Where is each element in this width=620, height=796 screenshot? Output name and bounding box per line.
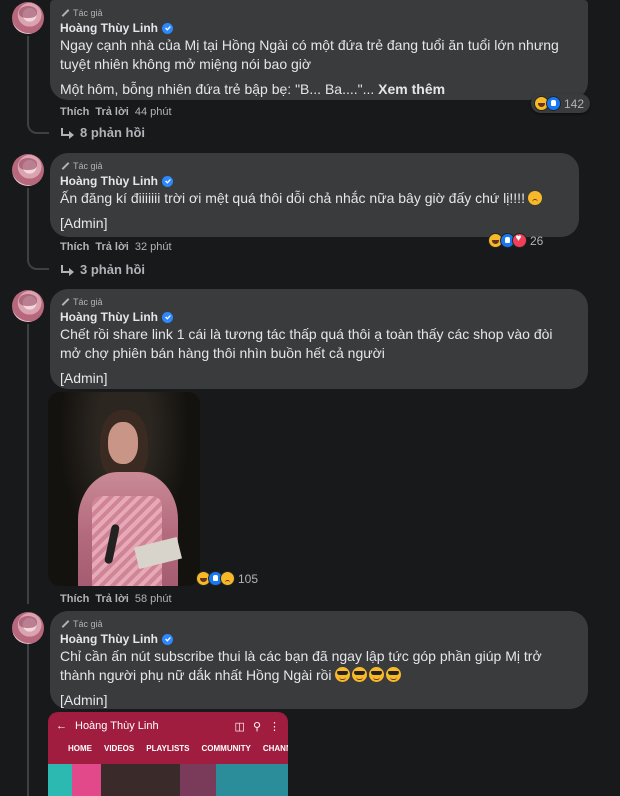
comment-bubble: Tác giả Hoàng Thùy Linh Ngay cạnh nhà củ… bbox=[50, 0, 588, 100]
like-button[interactable]: Thích bbox=[60, 106, 89, 118]
cast-icon[interactable]: ◫ bbox=[235, 720, 245, 733]
like-button[interactable]: Thích bbox=[60, 593, 89, 605]
avatar[interactable] bbox=[12, 154, 44, 186]
comment-bubble: Tác giả Hoàng Thùy Linh Chết rồi share l… bbox=[50, 289, 588, 389]
tab-community[interactable]: COMMUNITY bbox=[202, 744, 251, 753]
comment-bubble: Tác giả Hoàng Thùy Linh Ấn đăng kí điiii… bbox=[50, 153, 579, 237]
verified-icon bbox=[162, 633, 173, 645]
photo-face bbox=[108, 422, 138, 464]
author-name-row: Hoàng Thùy Linh bbox=[60, 632, 576, 646]
author-badge-label: Tác giả bbox=[73, 618, 103, 629]
author-badge-label: Tác giả bbox=[73, 296, 103, 307]
thread-line bbox=[27, 644, 29, 796]
reaction-count: 142 bbox=[564, 96, 585, 111]
admin-signature: [Admin] bbox=[60, 215, 108, 231]
comment-actions: Thích Trả lời 32 phút bbox=[60, 241, 172, 253]
reaction-summary[interactable]: 26 bbox=[488, 231, 549, 250]
author-badge: Tác giả bbox=[60, 159, 567, 172]
back-arrow-icon[interactable]: ← bbox=[56, 720, 67, 732]
verified-icon bbox=[162, 22, 173, 34]
avatar[interactable] bbox=[12, 290, 44, 322]
author-badge-label: Tác giả bbox=[73, 160, 103, 171]
timestamp[interactable]: 32 phút bbox=[135, 241, 172, 253]
like-button[interactable]: Thích bbox=[60, 241, 89, 253]
comment-text: Chỉ cần ấn nút subscribe thui là các bạn… bbox=[60, 647, 576, 685]
replies-count: 3 phản hồi bbox=[80, 262, 145, 277]
reply-button[interactable]: Trả lời bbox=[95, 106, 129, 118]
thread-line bbox=[27, 122, 49, 134]
pencil-icon bbox=[60, 619, 70, 629]
comment-bubble: Tác giả Hoàng Thùy Linh Chỉ cần ấn nút s… bbox=[50, 611, 588, 709]
reply-button[interactable]: Trả lời bbox=[95, 241, 129, 253]
comment-text-line: Chỉ cần ấn nút subscribe thui là các bạn… bbox=[60, 648, 542, 683]
tab-home[interactable]: HOME bbox=[68, 744, 92, 753]
avatar[interactable] bbox=[12, 2, 44, 34]
tab-playlists[interactable]: PLAYLISTS bbox=[146, 744, 189, 753]
youtube-channel-name: Hoàng Thùy Linh bbox=[75, 720, 159, 732]
comment-text: Một hôm, bỗng nhiên đứa trẻ bập bẹ: "B..… bbox=[60, 80, 576, 99]
author-name[interactable]: Hoàng Thùy Linh bbox=[60, 310, 158, 324]
author-name-row: Hoàng Thùy Linh bbox=[60, 310, 576, 324]
comment-text: Ấn đăng kí điiiiiii trời ơi mệt quá thôi… bbox=[60, 189, 567, 208]
comment-text: Ngay cạnh nhà của Mị tại Hồng Ngài có mộ… bbox=[60, 37, 559, 72]
see-more-link[interactable]: Xem thêm bbox=[378, 81, 445, 97]
author-badge: Tác giả bbox=[60, 6, 576, 19]
comment-actions: Thích Trả lời 58 phút bbox=[60, 593, 172, 605]
sunglasses-emoji-icon bbox=[335, 667, 351, 682]
timestamp[interactable]: 58 phút bbox=[135, 593, 172, 605]
comment-text: Chết rồi share link 1 cái là tương tác t… bbox=[60, 326, 553, 361]
tab-videos[interactable]: VIDEOS bbox=[104, 744, 134, 753]
pencil-icon bbox=[60, 161, 70, 171]
search-icon[interactable]: ⚲ bbox=[253, 720, 261, 733]
author-name-row: Hoàng Thùy Linh bbox=[60, 174, 567, 188]
author-name[interactable]: Hoàng Thùy Linh bbox=[60, 174, 158, 188]
more-icon[interactable]: ⋮ bbox=[269, 720, 280, 733]
reaction-count: 105 bbox=[238, 571, 259, 586]
reaction-summary[interactable]: 105 bbox=[196, 569, 264, 588]
reaction-count: 26 bbox=[530, 233, 544, 248]
reply-arrow-icon bbox=[60, 264, 74, 276]
thread-line bbox=[27, 258, 49, 270]
thread-line bbox=[27, 188, 29, 260]
sad-emoji-icon bbox=[527, 191, 542, 205]
sunglasses-emoji-icon bbox=[352, 667, 368, 682]
love-icon bbox=[512, 233, 527, 248]
youtube-tabs: HOME VIDEOS PLAYLISTS COMMUNITY CHANN bbox=[48, 740, 288, 757]
youtube-header: ← Hoàng Thùy Linh ◫ ⚲ ⋮ bbox=[48, 712, 288, 740]
sad-icon bbox=[220, 571, 235, 586]
replies-count: 8 phản hồi bbox=[80, 125, 145, 140]
reaction-summary[interactable]: 142 bbox=[531, 94, 591, 113]
verified-icon bbox=[162, 175, 173, 187]
admin-signature: [Admin] bbox=[60, 370, 108, 386]
pencil-icon bbox=[60, 297, 70, 307]
sunglasses-emoji-icon bbox=[369, 667, 385, 682]
youtube-channel-preview[interactable]: ← Hoàng Thùy Linh ◫ ⚲ ⋮ HOME VIDEOS PLAY… bbox=[48, 712, 288, 796]
avatar[interactable] bbox=[12, 612, 44, 644]
author-badge: Tác giả bbox=[60, 617, 576, 630]
reply-button[interactable]: Trả lời bbox=[95, 593, 129, 605]
admin-signature: [Admin] bbox=[60, 692, 108, 708]
comment-text-line: Một hôm, bỗng nhiên đứa trẻ bập bẹ: "B..… bbox=[60, 81, 375, 97]
author-badge-label: Tác giả bbox=[73, 7, 103, 18]
attached-photo[interactable] bbox=[48, 392, 200, 586]
thread-line bbox=[27, 324, 29, 604]
photo-dress bbox=[92, 496, 162, 586]
tab-channels[interactable]: CHANN bbox=[263, 744, 288, 753]
thread-line bbox=[27, 36, 29, 124]
timestamp[interactable]: 44 phút bbox=[135, 106, 172, 118]
author-name[interactable]: Hoàng Thùy Linh bbox=[60, 632, 158, 646]
comment-actions: Thích Trả lời 44 phút bbox=[60, 106, 172, 118]
verified-icon bbox=[162, 311, 173, 323]
view-replies-button[interactable]: 3 phản hồi bbox=[60, 262, 145, 277]
reply-arrow-icon bbox=[60, 127, 74, 139]
view-replies-button[interactable]: 8 phản hồi bbox=[60, 125, 145, 140]
like-icon bbox=[546, 96, 561, 111]
author-name-row: Hoàng Thùy Linh bbox=[60, 21, 576, 35]
pencil-icon bbox=[60, 8, 70, 18]
sunglasses-emoji-icon bbox=[386, 667, 402, 682]
author-name[interactable]: Hoàng Thùy Linh bbox=[60, 21, 158, 35]
channel-banner-art bbox=[48, 764, 288, 796]
comment-text-line: Ấn đăng kí điiiiiii trời ơi mệt quá thôi… bbox=[60, 190, 525, 206]
author-badge: Tác giả bbox=[60, 295, 576, 308]
